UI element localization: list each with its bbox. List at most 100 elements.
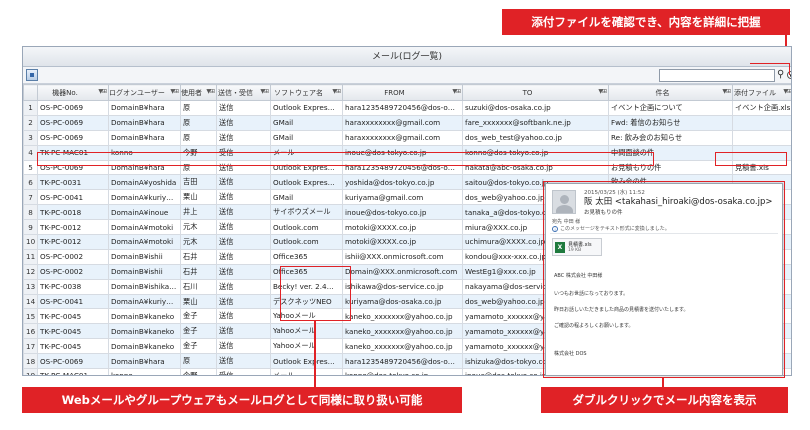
table-cell[interactable] xyxy=(732,144,791,161)
table-cell[interactable]: OS-PC-0069 xyxy=(37,159,109,176)
table-cell[interactable]: 送信 xyxy=(216,263,271,280)
table-cell[interactable]: TK-PC-0018 xyxy=(37,204,109,221)
table-cell[interactable]: kuriyama@gmail.com xyxy=(342,189,463,206)
table-cell[interactable]: suzuki@dos-osaka.co.jp xyxy=(462,100,609,116)
table-cell[interactable]: Outlook Expres… xyxy=(270,174,343,191)
table-cell[interactable]: TK-PC-MAC01 xyxy=(37,144,109,161)
table-cell[interactable]: お見積もりの件 xyxy=(608,159,733,176)
table-cell[interactable]: konno@dos-tokyo.co.jp xyxy=(342,368,463,375)
table-cell[interactable]: DomainB¥ishii xyxy=(108,248,181,265)
row-number-cell[interactable]: 15 xyxy=(23,308,38,325)
column-header-logon-user[interactable]: ログオンユーザー ▼⊞ xyxy=(108,84,181,101)
table-cell[interactable]: 送信 xyxy=(216,100,271,116)
table-cell[interactable]: OS-PC-0069 xyxy=(37,353,109,370)
table-cell[interactable]: kaneko_xxxxxxx@yahoo.co.jp xyxy=(342,323,463,340)
table-row[interactable]: 5 OS-PC-0069 DomainB¥hara 原送信 Outlook Expres… xyxy=(23,159,791,176)
table-cell[interactable]: haraxxxxxxxx@gmail.com xyxy=(342,114,463,131)
mail-attachment[interactable]: X 見積書.xls 19 KB xyxy=(552,238,602,256)
table-cell[interactable]: Outlook.com xyxy=(270,234,343,250)
table-cell[interactable]: 送信 xyxy=(216,323,271,340)
table-cell[interactable]: Yahooメール xyxy=(270,323,343,340)
table-cell[interactable]: DomainB¥hara xyxy=(108,100,181,116)
table-cell[interactable]: Yahooメール xyxy=(270,338,343,355)
column-header-device[interactable]: 機器No. ▼⊞ xyxy=(37,84,109,101)
table-cell[interactable]: 金子 xyxy=(180,323,217,340)
filter-icon[interactable]: ▼⊞ xyxy=(206,88,215,95)
table-cell[interactable]: DomainB¥kaneko xyxy=(108,308,181,325)
table-cell[interactable]: Domain@XXX.onmicrosoft.com xyxy=(342,263,463,280)
table-cell[interactable]: DomainA¥kuriy… xyxy=(108,293,181,310)
table-cell[interactable]: Outlook Expres… xyxy=(270,159,343,176)
table-cell[interactable]: 原 xyxy=(180,353,217,370)
table-cell[interactable]: DomainB¥hara xyxy=(108,159,181,176)
table-cell[interactable]: motoki@XXXX.co.jp xyxy=(342,219,463,236)
table-cell[interactable]: DomainA¥inoue xyxy=(108,204,181,221)
table-cell[interactable]: OS-PC-0041 xyxy=(37,293,109,310)
table-cell[interactable]: konno xyxy=(108,368,181,375)
table-cell[interactable]: konno@dos-tokyo.co.jp xyxy=(462,144,609,161)
table-cell[interactable]: デスクネッツNEO xyxy=(270,293,343,310)
table-cell[interactable]: 金子 xyxy=(180,338,217,355)
table-cell[interactable]: 原 xyxy=(180,159,217,176)
table-cell[interactable] xyxy=(732,114,791,131)
table-cell[interactable]: Yahooメール xyxy=(270,308,343,325)
row-number-cell[interactable]: 10 xyxy=(23,234,38,250)
table-cell[interactable]: DomainB¥ishii xyxy=(108,263,181,280)
column-header-subject[interactable]: 件名 ▼⊞ xyxy=(608,84,733,101)
table-cell[interactable]: 原 xyxy=(180,100,217,116)
row-number-cell[interactable]: 17 xyxy=(23,338,38,355)
column-header-software[interactable]: ソフトウェア名 ▼⊞ xyxy=(270,84,343,101)
table-cell[interactable]: fare_xxxxxxx@softbank.ne.jp xyxy=(462,114,609,131)
table-cell[interactable]: 送信 xyxy=(216,114,271,131)
table-cell[interactable]: OS-PC-0069 xyxy=(37,114,109,131)
table-cell[interactable]: ishii@XXX.onmicrosoft.com xyxy=(342,248,463,265)
table-cell[interactable]: 原 xyxy=(180,129,217,146)
filter-icon[interactable]: ▼⊞ xyxy=(170,88,179,95)
table-cell[interactable]: DomainB¥hara xyxy=(108,114,181,131)
row-number-cell[interactable]: 7 xyxy=(23,189,38,206)
table-cell[interactable]: hara1235489720456@dos-o… xyxy=(342,353,463,370)
table-cell[interactable]: TK-PC-0045 xyxy=(37,323,109,340)
table-cell[interactable]: 送信 xyxy=(216,219,271,236)
table-cell[interactable]: GMail xyxy=(270,189,343,206)
row-number-cell[interactable]: 1 xyxy=(23,100,38,116)
table-cell[interactable]: 受信 xyxy=(216,368,271,375)
table-cell[interactable]: kaneko_xxxxxxx@yahoo.co.jp xyxy=(342,308,463,325)
row-number-cell[interactable]: 2 xyxy=(23,114,38,131)
row-number-cell[interactable]: 3 xyxy=(23,129,38,146)
row-number-cell[interactable]: 9 xyxy=(23,219,38,236)
table-cell[interactable]: Office365 xyxy=(270,263,343,280)
table-cell[interactable]: 送信 xyxy=(216,278,271,295)
table-cell[interactable]: 送信 xyxy=(216,189,271,206)
table-cell[interactable]: Becky! ver. 2.4… xyxy=(270,278,343,295)
row-number-cell[interactable]: 16 xyxy=(23,323,38,340)
row-number-cell[interactable]: 5 xyxy=(23,159,38,176)
table-cell[interactable]: 吉田 xyxy=(180,174,217,191)
table-cell[interactable]: 送信 xyxy=(216,248,271,265)
search-icon[interactable]: ⚲ xyxy=(777,69,784,81)
table-cell[interactable] xyxy=(732,129,791,146)
table-cell[interactable]: inoue@dos-tokyo.co.jp xyxy=(342,144,463,161)
table-cell[interactable]: Outlook.com xyxy=(270,219,343,236)
table-cell[interactable]: OS-PC-0041 xyxy=(37,189,109,206)
table-cell[interactable]: hara1235489720456@dos-o… xyxy=(342,159,463,176)
table-cell[interactable]: inoue@dos-tokyo.co.jp xyxy=(342,204,463,221)
table-cell[interactable]: 栗山 xyxy=(180,293,217,310)
column-header-to[interactable]: TO ▼⊞ xyxy=(462,84,609,101)
row-number-cell[interactable]: 18 xyxy=(23,353,38,370)
table-cell[interactable]: DomainB¥kaneko xyxy=(108,323,181,340)
row-number-cell[interactable]: 14 xyxy=(23,293,38,310)
row-number-cell[interactable]: 13 xyxy=(23,278,38,295)
table-cell[interactable]: 石井 xyxy=(180,263,217,280)
table-cell[interactable]: 元木 xyxy=(180,219,217,236)
match-all-radio[interactable] xyxy=(787,71,791,79)
table-cell[interactable]: OS-PC-0069 xyxy=(37,100,109,116)
table-cell[interactable]: 今野 xyxy=(180,144,217,161)
table-cell[interactable]: メール xyxy=(270,144,343,161)
row-number-cell[interactable]: 19 xyxy=(23,368,38,375)
table-cell[interactable]: GMail xyxy=(270,129,343,146)
filter-icon[interactable]: ▼⊞ xyxy=(722,88,731,95)
table-cell[interactable]: イベント企画.xls xyxy=(732,100,791,116)
table-cell[interactable]: 見積書.xls xyxy=(732,159,791,176)
table-cell[interactable]: Re: 飲み会のお知らせ xyxy=(608,129,733,146)
